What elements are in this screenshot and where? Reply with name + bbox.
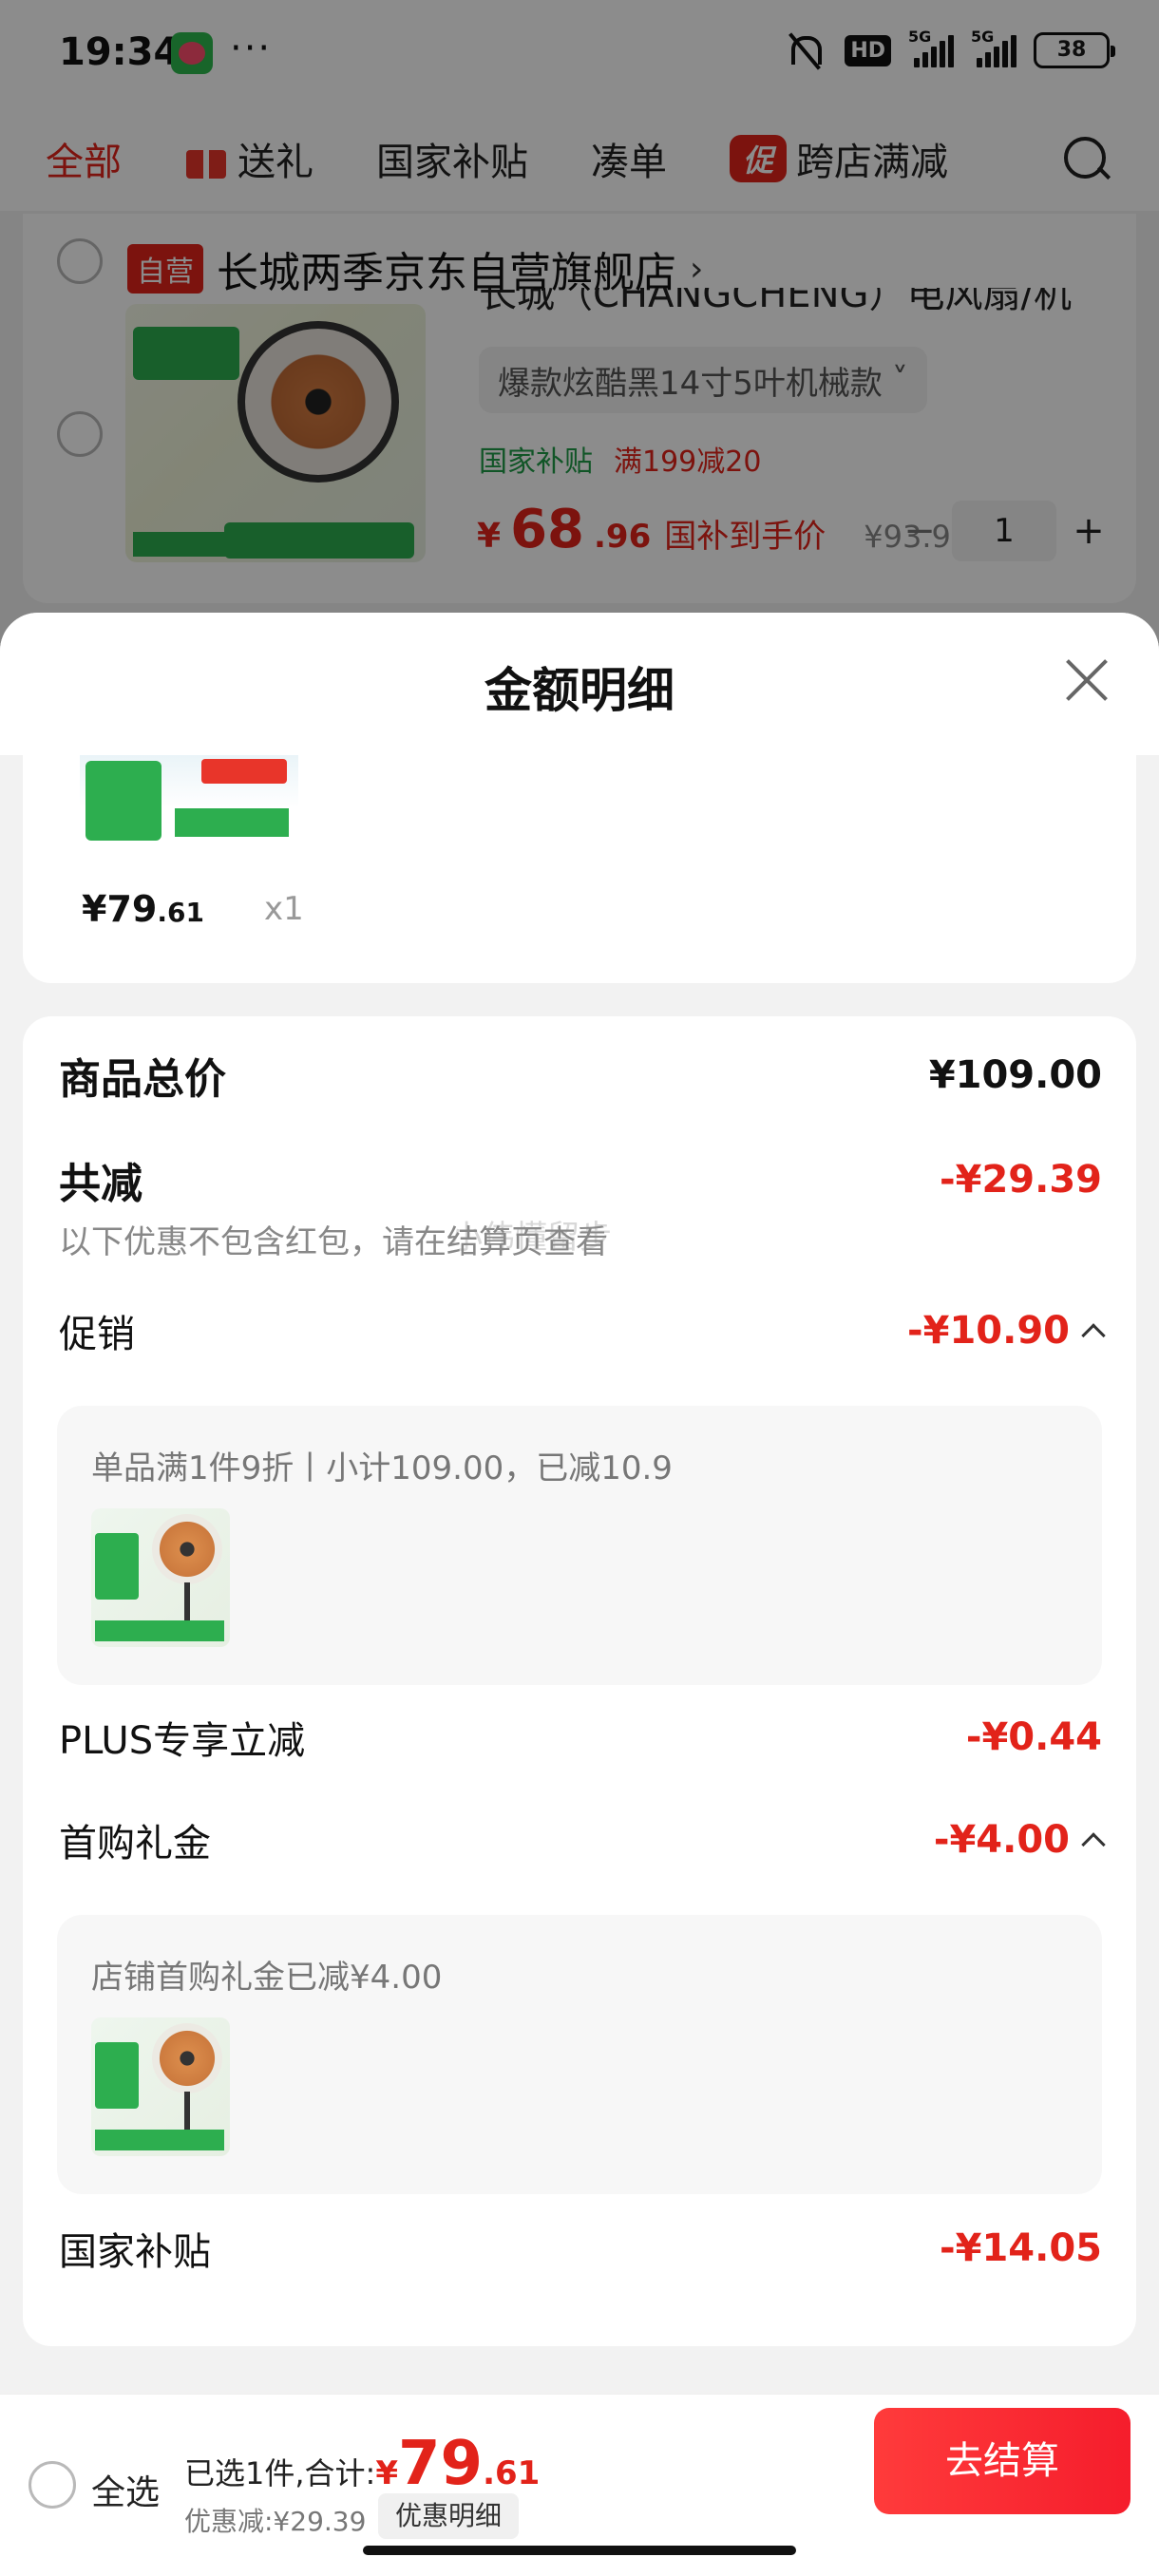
selected-items-card: ¥79.61 x1 bbox=[23, 755, 1136, 983]
home-indicator[interactable] bbox=[363, 2546, 796, 2555]
select-all-radio[interactable] bbox=[28, 2461, 76, 2509]
total-discount-label: 共减 bbox=[59, 1160, 142, 1208]
total-currency: ¥ bbox=[375, 2454, 398, 2492]
checkout-button[interactable]: 去结算 bbox=[874, 2408, 1130, 2514]
first-purchase-detail-box: 店铺首购礼金已减¥4.00 bbox=[57, 1915, 1102, 2194]
chevron-up-icon[interactable] bbox=[1081, 1832, 1106, 1857]
first-purchase-label: 首购礼金 bbox=[59, 1822, 211, 1866]
first-purchase-value: -¥4.00 bbox=[933, 1818, 1070, 1862]
cart-background: 19:34 ··· HD 5G 5G 38 全部 送礼 国家补贴 凑单 促跨店满… bbox=[0, 0, 1159, 665]
item-quantity: x1 bbox=[264, 890, 304, 928]
close-icon[interactable] bbox=[1062, 654, 1112, 704]
item-price: ¥79.61 bbox=[82, 888, 204, 930]
total-discount-row: 共减 -¥29.39 bbox=[59, 1149, 1102, 1210]
national-subsidy-row: 国家补贴 -¥14.05 bbox=[59, 2221, 1102, 2276]
promo-value: -¥10.90 bbox=[907, 1309, 1070, 1353]
selected-count-text: 已选1件,合计: bbox=[184, 2455, 376, 2491]
national-subsidy-value: -¥14.05 bbox=[940, 2226, 1102, 2270]
chevron-up-icon[interactable] bbox=[1081, 1323, 1106, 1348]
total-price-row: 商品总价 ¥109.00 bbox=[59, 1045, 1102, 1106]
plus-discount-row: PLUS专享立减 -¥0.44 bbox=[59, 1710, 1102, 1765]
plus-discount-value: -¥0.44 bbox=[965, 1715, 1102, 1759]
promo-product-thumbnail bbox=[91, 1508, 230, 1647]
item-price-int: ¥79 bbox=[82, 888, 158, 930]
sheet-header: 金额明细 bbox=[0, 613, 1159, 755]
promo-label: 促销 bbox=[59, 1313, 135, 1356]
promo-detail-text: 单品满1件9折丨小计109.00，已减10.9 bbox=[91, 1449, 673, 1487]
first-purchase-value-group: -¥4.00 bbox=[933, 1818, 1106, 1862]
order-total: 已选1件,合计: ¥ 79 .61 bbox=[184, 2429, 540, 2499]
discount-note: 以下优惠不包含红包，请在结算页查看 bbox=[59, 1223, 608, 1261]
total-integer: 79 bbox=[398, 2429, 484, 2499]
promo-row[interactable]: 促销 -¥10.90 bbox=[59, 1303, 1106, 1358]
total-discount-value: -¥29.39 bbox=[940, 1158, 1102, 1202]
select-all-label[interactable]: 全选 bbox=[91, 2465, 160, 2514]
first-purchase-product-thumbnail bbox=[91, 2017, 230, 2156]
promo-value-group: -¥10.90 bbox=[907, 1309, 1106, 1353]
modal-overlay[interactable] bbox=[0, 0, 1159, 665]
sheet-title: 金额明细 bbox=[484, 663, 674, 718]
amount-detail-sheet: 金额明细 ¥79.61 x1 商品总价 ¥109.00 共减 -¥29.39 小… bbox=[0, 613, 1159, 2394]
total-price-value: ¥109.00 bbox=[928, 1053, 1102, 1097]
total-decimal: .61 bbox=[483, 2454, 541, 2492]
plus-discount-label: PLUS专享立减 bbox=[59, 1719, 306, 1763]
price-breakdown-card: 商品总价 ¥109.00 共减 -¥29.39 小伟懂留步 以下优惠不包含红包，… bbox=[23, 1016, 1136, 2346]
promo-detail-box: 单品满1件9折丨小计109.00，已减10.9 bbox=[57, 1406, 1102, 1685]
item-thumbnail bbox=[80, 755, 298, 843]
total-price-label: 商品总价 bbox=[59, 1055, 226, 1104]
item-price-dec: .61 bbox=[157, 897, 204, 928]
first-purchase-row[interactable]: 首购礼金 -¥4.00 bbox=[59, 1812, 1106, 1867]
discount-detail-button[interactable]: 优惠明细 bbox=[378, 2493, 520, 2539]
first-purchase-detail-text: 店铺首购礼金已减¥4.00 bbox=[91, 1959, 443, 1997]
saved-amount: 优惠减:¥29.39 bbox=[184, 2506, 367, 2537]
national-subsidy-label: 国家补贴 bbox=[59, 2230, 211, 2274]
